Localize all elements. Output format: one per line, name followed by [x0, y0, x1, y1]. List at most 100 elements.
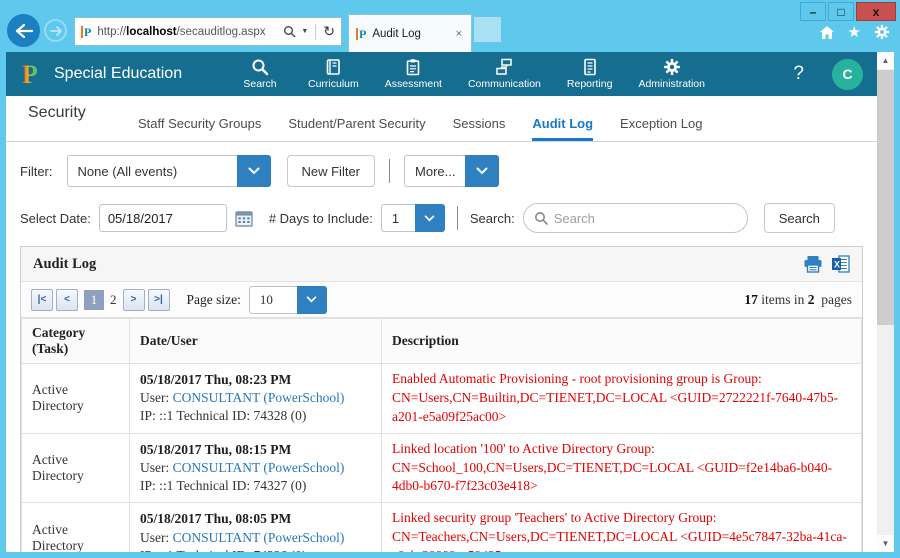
- address-dropdown-icon[interactable]: ▼: [301, 28, 308, 35]
- cell-date: 05/18/2017 Thu, 08:23 PM: [140, 371, 371, 389]
- cell-date-user: 05/18/2017 Thu, 08:23 PM User: CONSULTAN…: [130, 364, 382, 434]
- search-field[interactable]: [523, 203, 748, 233]
- page-viewport: P Special Education Search: [6, 52, 894, 552]
- column-header-date-user[interactable]: Date/User: [130, 319, 382, 364]
- nav-label: Curriculum: [308, 78, 359, 90]
- divider: [457, 206, 458, 230]
- user-link[interactable]: CONSULTANT (PowerSchool): [173, 390, 345, 405]
- panel-header: Audit Log X: [21, 247, 862, 282]
- print-icon[interactable]: [803, 255, 823, 273]
- date-input[interactable]: [99, 204, 227, 232]
- browser-tab-audit-log[interactable]: P Audit Log ×: [348, 14, 472, 52]
- export-excel-icon[interactable]: X: [831, 255, 850, 273]
- chevron-down-icon[interactable]: [297, 286, 327, 314]
- more-menu-button[interactable]: More...: [404, 155, 499, 187]
- search-icon: [251, 58, 269, 76]
- svg-text:X: X: [834, 260, 840, 270]
- favorites-star-icon[interactable]: ★: [848, 25, 861, 40]
- cell-category: Active Directory: [22, 364, 130, 434]
- back-arrow-icon: [15, 24, 33, 38]
- calendar-icon[interactable]: [235, 210, 253, 227]
- filter-select-value: None (All events): [67, 155, 237, 187]
- search-button[interactable]: Search: [764, 203, 835, 233]
- divider: [389, 159, 390, 183]
- report-document-icon: [581, 58, 599, 76]
- new-filter-button[interactable]: New Filter: [287, 155, 376, 187]
- cell-category: Active Directory: [22, 433, 130, 503]
- tab-exception-log[interactable]: Exception Log: [620, 116, 702, 141]
- nav-item-administration[interactable]: Administration: [638, 58, 705, 90]
- refresh-icon[interactable]: ↻: [323, 23, 335, 40]
- security-tab-bar: Security Staff Security Groups Student/P…: [6, 96, 877, 142]
- panel-title: Audit Log: [33, 256, 96, 273]
- nav-item-curriculum[interactable]: Curriculum: [308, 58, 359, 90]
- filter-label: Filter:: [20, 164, 53, 179]
- app-title: Special Education: [54, 65, 182, 83]
- pager-page-2[interactable]: 2: [110, 292, 117, 308]
- user-link[interactable]: CONSULTANT (PowerSchool): [173, 530, 345, 545]
- pager-row: |< < 1 2 > >| Page size: 10 17 items in …: [21, 282, 862, 318]
- vertical-scrollbar[interactable]: ▲ ▼: [877, 52, 894, 552]
- column-header-category[interactable]: Category (Task): [22, 319, 130, 364]
- address-search-icon[interactable]: [283, 25, 296, 38]
- column-header-description[interactable]: Description: [382, 319, 862, 364]
- page-size-select[interactable]: 10: [249, 286, 327, 314]
- app-navbar: P Special Education Search: [6, 52, 877, 96]
- scrollbar-thumb[interactable]: [877, 70, 894, 325]
- new-tab-button[interactable]: [474, 17, 501, 42]
- tab-staff-security-groups[interactable]: Staff Security Groups: [138, 116, 261, 141]
- address-url[interactable]: http://localhost/secauditlog.aspx: [97, 26, 283, 38]
- chevron-down-icon[interactable]: [415, 204, 445, 232]
- pager-next-button[interactable]: >: [123, 289, 145, 311]
- chevron-down-icon[interactable]: [237, 155, 271, 187]
- settings-gear-icon[interactable]: [874, 24, 890, 40]
- scrollbar-up-arrow[interactable]: ▲: [877, 52, 894, 69]
- browser-chrome: P http://localhost/secauditlog.aspx ▼ ↻ …: [0, 0, 900, 52]
- nav-item-reporting[interactable]: Reporting: [567, 58, 613, 90]
- close-button[interactable]: x: [856, 2, 896, 21]
- window-controls: – □ x: [800, 2, 896, 21]
- tab-sessions[interactable]: Sessions: [453, 116, 506, 141]
- pager-summary: 17 items in 2 pages: [744, 292, 852, 308]
- nav-item-assessment[interactable]: Assessment: [385, 58, 442, 90]
- user-avatar[interactable]: C: [832, 59, 863, 90]
- book-icon: [324, 58, 342, 76]
- home-icon[interactable]: [819, 25, 835, 40]
- cell-description: Linked location '100' to Active Director…: [382, 433, 862, 503]
- date-search-row: Select Date: # Days to Include: 1 Search…: [6, 193, 877, 243]
- pager-first-button[interactable]: |<: [31, 289, 53, 311]
- pager-page-1[interactable]: 1: [84, 290, 104, 310]
- nav-item-search[interactable]: Search: [238, 58, 282, 90]
- filter-select[interactable]: None (All events): [67, 155, 271, 187]
- maximize-button[interactable]: □: [828, 2, 854, 21]
- cell-tech-info: IP: ::1 Technical ID: 74326 (0): [140, 547, 371, 552]
- powerschool-logo: P: [20, 60, 44, 88]
- filter-row: Filter: None (All events) New Filter Mor…: [6, 142, 877, 193]
- days-to-include-label: # Days to Include:: [269, 211, 373, 226]
- forward-button[interactable]: [44, 19, 67, 42]
- chevron-down-icon[interactable]: [465, 155, 499, 187]
- clipboard-icon: [404, 58, 422, 76]
- search-input[interactable]: [554, 211, 737, 226]
- minimize-button[interactable]: –: [800, 2, 826, 21]
- pager-prev-button[interactable]: <: [56, 289, 78, 311]
- nav-label: Reporting: [567, 78, 613, 90]
- help-button[interactable]: ?: [793, 63, 804, 85]
- table-row: Active Directory 05/18/2017 Thu, 08:23 P…: [22, 364, 862, 434]
- tab-student-parent-security[interactable]: Student/Parent Security: [288, 116, 425, 141]
- days-select[interactable]: 1: [381, 204, 445, 232]
- tab-audit-log[interactable]: Audit Log: [532, 116, 593, 141]
- pager-last-button[interactable]: >|: [148, 289, 170, 311]
- user-link[interactable]: CONSULTANT (PowerSchool): [173, 460, 345, 475]
- cell-date-user: 05/18/2017 Thu, 08:15 PM User: CONSULTAN…: [130, 433, 382, 503]
- scrollbar-down-arrow[interactable]: ▼: [877, 535, 894, 552]
- back-button[interactable]: [7, 14, 40, 47]
- select-date-label: Select Date:: [20, 211, 91, 226]
- tab-close-icon[interactable]: ×: [454, 28, 464, 40]
- address-divider: [315, 24, 316, 40]
- address-bar[interactable]: P http://localhost/secauditlog.aspx ▼ ↻: [74, 17, 342, 46]
- audit-log-table: Category (Task) Date/User Description Ac…: [21, 318, 862, 552]
- cell-description: Linked security group 'Teachers' to Acti…: [382, 503, 862, 552]
- site-favicon: P: [81, 26, 91, 38]
- nav-item-communication[interactable]: Communication: [468, 58, 541, 90]
